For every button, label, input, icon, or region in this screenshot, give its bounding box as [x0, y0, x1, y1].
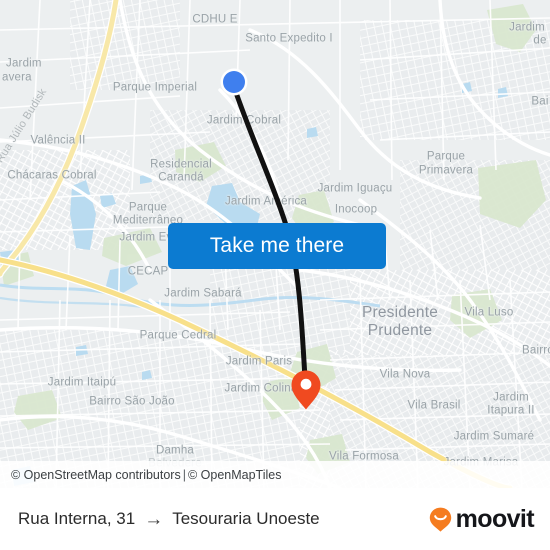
trip-footer-bar: Rua Interna, 31 → Tesouraria Unoeste moo…: [0, 488, 550, 550]
trip-origin-label: Rua Interna, 31: [18, 509, 136, 528]
origin-marker[interactable]: [219, 67, 249, 97]
map-attribution-bar: © OpenStreetMap contributors | © OpenMap…: [0, 461, 550, 488]
attribution-separator: |: [182, 467, 186, 482]
map-canvas[interactable]: CDHU E Santo Expedito I Jardim de Parque Imp…: [0, 0, 550, 488]
arrow-right-icon: →: [144, 508, 164, 530]
destination-pin-icon: [291, 370, 321, 410]
openmaptiles-attribution-link[interactable]: © OpenMapTiles: [188, 468, 282, 482]
trip-destination-label: Tesouraria Unoeste: [172, 509, 320, 528]
trip-summary: Rua Interna, 31 → Tesouraria Unoeste: [18, 509, 427, 529]
moovit-wordmark: moovit: [455, 504, 535, 533]
osm-attribution-link[interactable]: © OpenStreetMap contributors: [11, 468, 181, 482]
moovit-trip-map-screen: CDHU E Santo Expedito I Jardim de Parque Imp…: [0, 0, 550, 550]
destination-marker[interactable]: [290, 369, 322, 411]
moovit-logo[interactable]: moovit: [427, 504, 535, 533]
moovit-pin-icon: [429, 507, 451, 532]
origin-dot-icon: [220, 68, 248, 96]
take-me-there-button[interactable]: Take me there: [168, 223, 386, 269]
